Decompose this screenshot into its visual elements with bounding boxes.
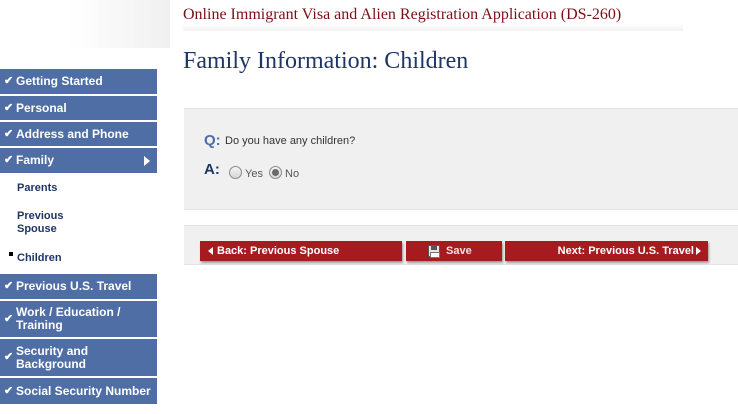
sidebar-subitem-children[interactable]: Children: [17, 252, 97, 265]
sidebar-item-address-and-phone[interactable]: ✔ Address and Phone: [0, 122, 157, 147]
sidebar-item-label: Family: [16, 153, 55, 167]
sidebar-item-family[interactable]: ✔ Family: [0, 148, 157, 174]
arrow-left-icon: [208, 247, 213, 256]
yes-radio-label[interactable]: Yes: [245, 168, 263, 180]
sidebar-item-personal[interactable]: ✔ Personal: [0, 96, 157, 121]
check-icon: ✔: [4, 384, 14, 397]
back-button-label: Back: Previous Spouse: [217, 245, 340, 257]
sidebar-subitem-previous-spouse[interactable]: Previous Spouse: [17, 210, 97, 236]
save-button-label: Save: [446, 245, 472, 257]
sidebar-item-work-education-training[interactable]: ✔ Work / Education / Training: [0, 301, 157, 338]
check-icon: ✔: [4, 351, 14, 363]
check-icon: ✔: [4, 154, 14, 166]
page-title: Family Information: Children: [183, 48, 469, 74]
back-button[interactable]: Back: Previous Spouse: [200, 241, 402, 261]
question-marker: Q:: [204, 132, 221, 149]
check-icon: ✔: [4, 101, 14, 114]
next-button-label: Next: Previous U.S. Travel: [557, 245, 694, 257]
sidebar-item-label: Work / Education / Training: [16, 305, 121, 332]
yes-radio[interactable]: [229, 166, 242, 179]
sidebar-item-label: Getting Started: [16, 74, 103, 88]
check-icon: ✔: [4, 312, 14, 325]
next-button[interactable]: Next: Previous U.S. Travel: [505, 241, 708, 261]
no-radio[interactable]: [269, 166, 282, 179]
save-button[interactable]: Save: [406, 241, 502, 261]
sidebar-item-label: Address and Phone: [16, 126, 129, 141]
sidebar-item-social-security-number[interactable]: ✔ Social Security Number: [0, 378, 157, 405]
header-corner-fade: [0, 0, 170, 48]
chevron-right-icon: [144, 155, 150, 166]
sidebar-item-security-and-background[interactable]: ✔ Security and Background: [0, 339, 157, 377]
button-bar: Back: Previous Spouse Save Next: Previou…: [184, 225, 738, 265]
no-radio-label[interactable]: No: [285, 168, 299, 180]
floppy-disk-icon: [428, 245, 440, 258]
arrow-right-icon: [696, 247, 701, 255]
check-icon: ✔: [4, 280, 14, 292]
check-icon: ✔: [4, 75, 14, 87]
answer-marker: A:: [204, 161, 220, 178]
sidebar-item-label: Social Security Number: [16, 383, 151, 398]
question-panel: Q: Do you have any children? A: Yes No: [184, 108, 738, 210]
sidebar-item-getting-started[interactable]: ✔ Getting Started: [0, 69, 157, 95]
sidebar-item-label: Previous U.S. Travel: [16, 279, 132, 293]
sidebar-item-previous-us-travel[interactable]: ✔ Previous U.S. Travel: [0, 274, 157, 300]
app-title: Online Immigrant Visa and Alien Registra…: [183, 5, 683, 31]
question-text: Do you have any children?: [225, 135, 356, 147]
check-icon: ✔: [4, 127, 14, 140]
current-page-bullet-icon: [9, 252, 13, 256]
sidebar-item-label: Security and Background: [16, 343, 89, 371]
sidebar-subitem-parents[interactable]: Parents: [17, 182, 97, 195]
sidebar-item-label: Personal: [16, 100, 67, 115]
